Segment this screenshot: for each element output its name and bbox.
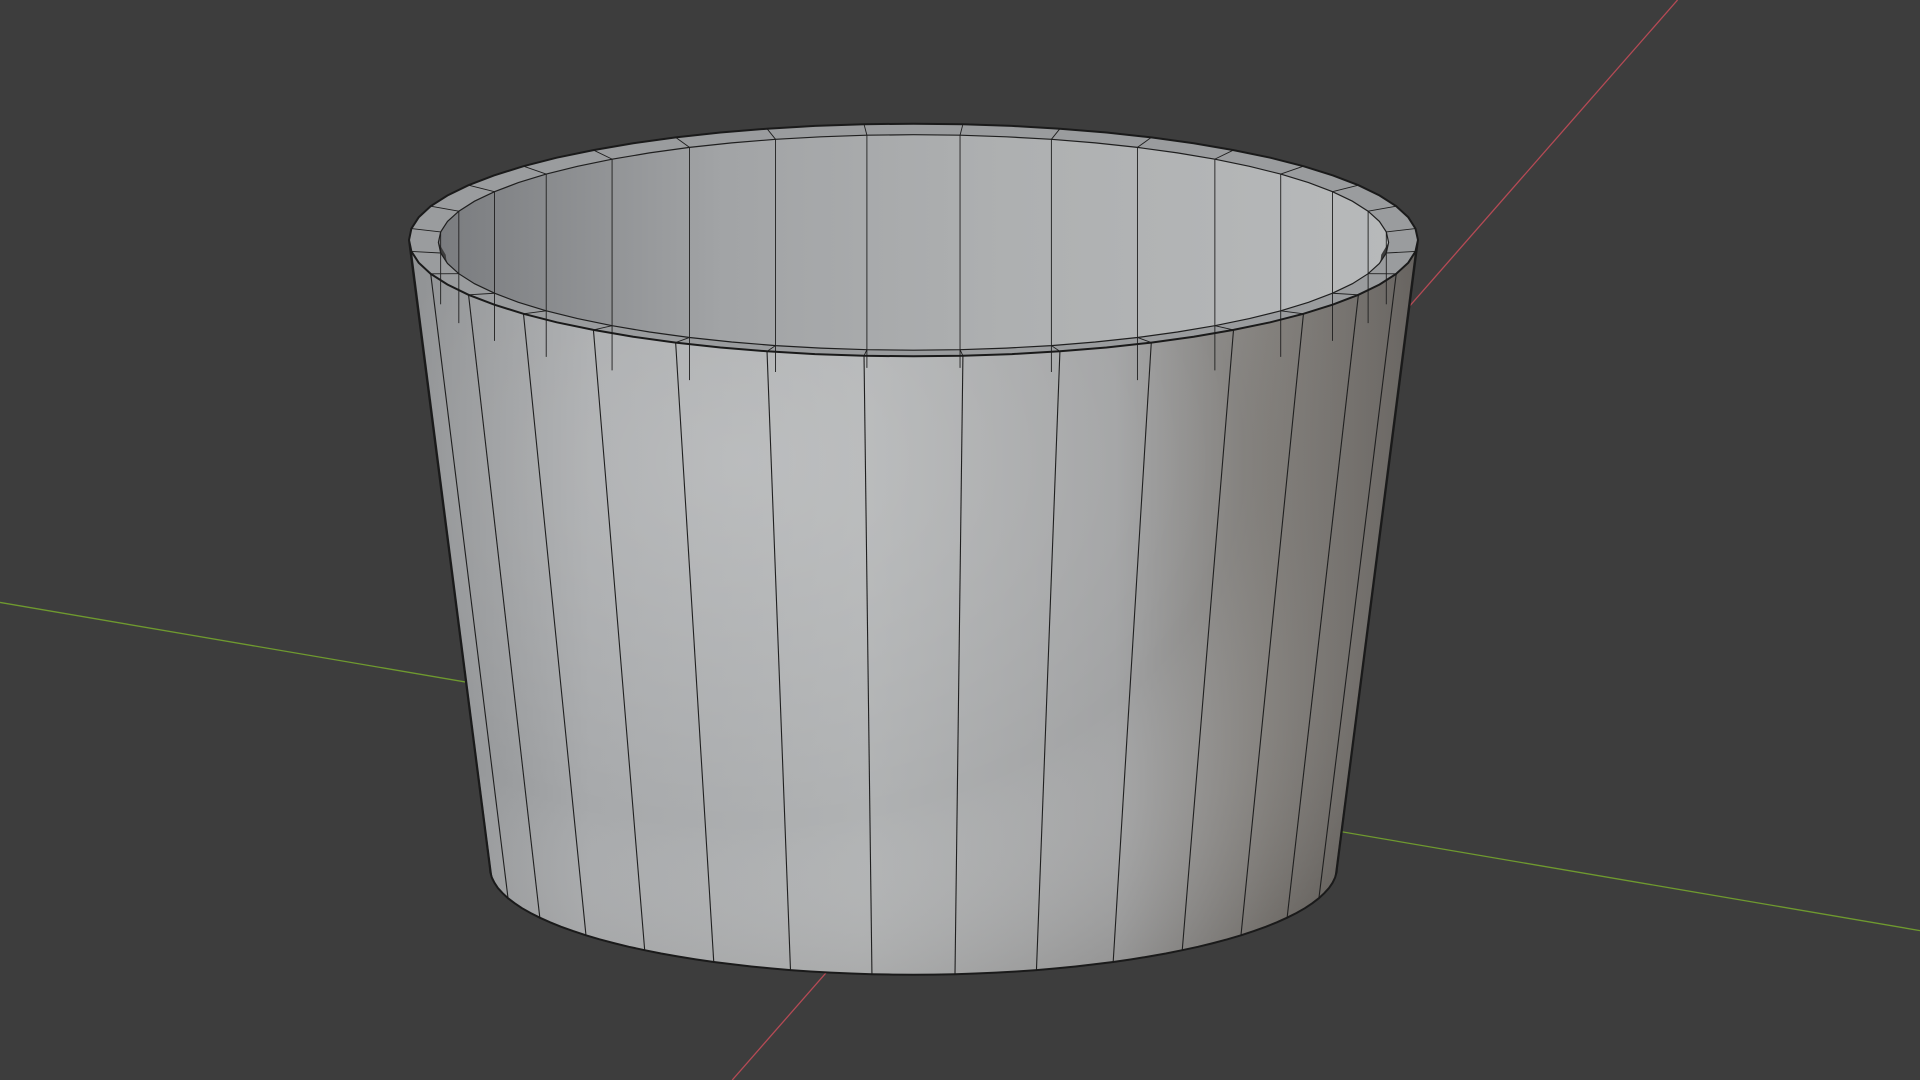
viewport-scene[interactable]	[0, 0, 1920, 1080]
cylinder-object[interactable]	[407, 122, 1420, 976]
3d-viewport[interactable]	[0, 0, 1920, 1080]
